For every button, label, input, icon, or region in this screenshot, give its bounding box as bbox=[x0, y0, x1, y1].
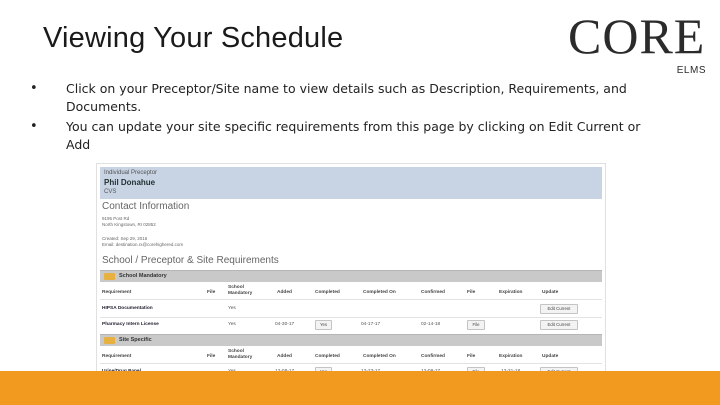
column-header: Confirmed bbox=[421, 290, 445, 295]
group-bar-site-specific: Site Specific bbox=[100, 334, 602, 346]
slide-title: Viewing Your Schedule bbox=[43, 22, 344, 54]
embedded-screenshot: Individual Preceptor Phil Donahue CVS Co… bbox=[96, 163, 606, 395]
requirements-heading: School / Preceptor & Site Requirements bbox=[102, 255, 279, 266]
column-header: Completed On bbox=[363, 290, 396, 295]
edit-current-button[interactable]: Edit Current bbox=[540, 304, 578, 314]
bullet-marker: • bbox=[30, 81, 38, 96]
footer-bar bbox=[0, 371, 720, 405]
core-elms-logo: CORE ELMS bbox=[568, 8, 708, 78]
column-header: Expiration bbox=[499, 290, 523, 295]
group-label: School Mandatory bbox=[119, 273, 167, 279]
contact-heading: Contact Information bbox=[102, 201, 190, 212]
bullet-marker: • bbox=[30, 119, 38, 134]
preceptor-header[interactable]: Individual Preceptor Phil Donahue CVS bbox=[100, 167, 602, 199]
bullet-text: You can update your site specific requir… bbox=[66, 119, 641, 152]
logo-sub-text: ELMS bbox=[676, 65, 706, 76]
column-header: Expiration bbox=[499, 354, 523, 359]
row-divider bbox=[100, 363, 602, 364]
bullet-text: Click on your Preceptor/Site name to vie… bbox=[66, 81, 627, 114]
column-header: Added bbox=[277, 354, 292, 359]
column-header: Update bbox=[542, 354, 559, 359]
row-divider bbox=[100, 299, 602, 300]
logo-main-text: CORE bbox=[568, 8, 706, 64]
requirement-name[interactable]: Pharmacy Intern License bbox=[102, 322, 159, 327]
contact-line: 9195 Post Rd bbox=[102, 216, 130, 221]
column-header: File bbox=[467, 354, 476, 359]
file-button[interactable]: File bbox=[467, 320, 485, 330]
column-header: Completed bbox=[315, 290, 340, 295]
confirmed-cell: 02-14-18 bbox=[421, 322, 441, 327]
row-divider bbox=[100, 317, 602, 318]
preceptor-site: CVS bbox=[104, 189, 117, 195]
contact-line: North Kingstown, RI 02852 bbox=[102, 222, 156, 227]
folder-icon bbox=[104, 273, 115, 280]
folder-icon bbox=[104, 337, 115, 344]
column-header: School Mandatory bbox=[228, 285, 253, 296]
group-bar-school-mandatory: School Mandatory bbox=[100, 270, 602, 282]
bullet-list: • Click on your Preceptor/Site name to v… bbox=[22, 80, 662, 156]
column-header: School Mandatory bbox=[228, 349, 253, 360]
contact-line: Created: Sep 29, 2016 bbox=[102, 236, 148, 241]
column-header: File bbox=[207, 290, 216, 295]
column-header: Requirement bbox=[102, 290, 132, 295]
completed-yes-button[interactable]: Yes bbox=[315, 320, 332, 330]
mandatory-cell: Yes bbox=[228, 306, 236, 311]
contact-line: Email: destination.rx@corehighered.com bbox=[102, 242, 184, 247]
column-header: Added bbox=[277, 290, 292, 295]
column-header: Completed On bbox=[363, 354, 396, 359]
bullet-item: • You can update your site specific requ… bbox=[22, 118, 662, 154]
column-header: Confirmed bbox=[421, 354, 445, 359]
edit-current-button[interactable]: Edit Current bbox=[540, 320, 578, 330]
column-header: File bbox=[207, 354, 216, 359]
requirement-name[interactable]: HIPSA Documentation bbox=[102, 306, 153, 311]
group-label: Site Specific bbox=[119, 337, 152, 343]
mandatory-cell: Yes bbox=[228, 322, 236, 327]
column-header: Update bbox=[542, 290, 559, 295]
completed-on-cell: 04-17-17 bbox=[361, 322, 381, 327]
preceptor-type: Individual Preceptor bbox=[104, 170, 158, 176]
added-cell: 04-30-17 bbox=[275, 322, 295, 327]
bullet-item: • Click on your Preceptor/Site name to v… bbox=[22, 80, 662, 116]
column-header: File bbox=[467, 290, 476, 295]
column-header: Completed bbox=[315, 354, 340, 359]
preceptor-name[interactable]: Phil Donahue bbox=[104, 178, 155, 187]
column-header: Requirement bbox=[102, 354, 132, 359]
